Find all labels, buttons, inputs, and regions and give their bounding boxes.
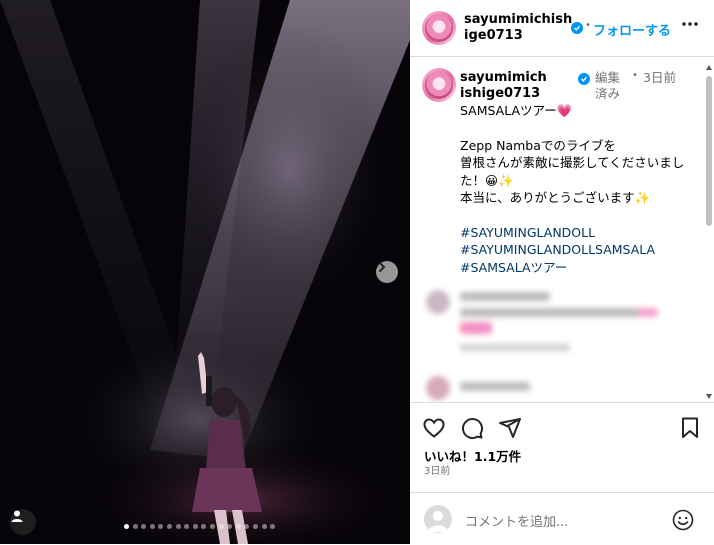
carousel-dot [227, 524, 233, 529]
avatar [424, 505, 452, 533]
carousel-dot [261, 524, 267, 529]
carousel-dot [192, 524, 198, 529]
hashtag-link[interactable]: #SAYUMINGLANDOLLSAMSALA [460, 241, 698, 259]
caption-line: SAMSALAツアー💗 [460, 103, 573, 118]
user-icon [11, 510, 23, 522]
next-photo-button[interactable] [376, 261, 398, 283]
avatar[interactable] [422, 68, 456, 102]
like-heart-icon[interactable] [422, 416, 446, 440]
follow-button[interactable]: フォローする [593, 20, 671, 39]
comment-input[interactable]: コメントを追加... [465, 511, 568, 530]
share-icon[interactable] [498, 416, 522, 440]
post-actions: いいね！1.1万件 [410, 402, 714, 464]
comments-section[interactable]: sayumimichishige0713 編集済み • 3日前 SAMSALAツ… [410, 57, 706, 402]
carousel-dot [141, 524, 147, 529]
caption-line: 曽根さんが素敵に撮影してくださいました！😀✨ [460, 155, 685, 188]
carousel-dot [184, 524, 190, 529]
save-bookmark-icon[interactable] [678, 416, 702, 440]
chevron-right-icon [379, 262, 386, 272]
carousel-dot [201, 524, 207, 529]
caption-line: Zepp Nambaでのライブを [460, 137, 616, 153]
tagged-users-button[interactable] [10, 509, 36, 535]
add-comment-bar: コメントを追加... [410, 492, 714, 545]
default-user-icon [428, 511, 448, 532]
verified-badge-icon [578, 73, 590, 85]
carousel-dot [158, 524, 164, 529]
post-photo[interactable] [0, 0, 410, 544]
caption-line: 本当に、ありがとうございます✨ [460, 190, 651, 205]
carousel-dot [270, 524, 276, 529]
hashtag-link[interactable]: #SAMSALAツアー [460, 259, 698, 277]
post-header: sayumimichishige0713 • フォローする [410, 0, 714, 57]
separator-dot: • [632, 70, 638, 81]
carousel-dot [132, 524, 138, 529]
separator-dot: • [585, 20, 591, 31]
post-date: 3日前 [424, 466, 451, 477]
carousel-dot [244, 524, 250, 529]
verified-badge-icon [571, 22, 583, 34]
edited-label: 編集済み [595, 70, 621, 101]
comment-icon[interactable] [460, 416, 484, 440]
more-options-icon[interactable] [680, 14, 700, 34]
carousel-indicator [124, 524, 276, 529]
emoji-icon[interactable] [672, 509, 694, 531]
carousel-dot [166, 524, 172, 529]
carousel-dot [149, 524, 155, 529]
carousel-dot [209, 524, 215, 529]
avatar[interactable] [422, 11, 456, 45]
post-username[interactable]: sayumimichishige0713 [464, 12, 576, 44]
carousel-dot [252, 524, 258, 529]
carousel-dot [218, 524, 224, 529]
caption-time: 3日前 [643, 70, 676, 85]
carousel-dot [175, 524, 181, 529]
concert-photo [0, 0, 410, 544]
post-side-panel: sayumimichishige0713 • フォローする sayumimich… [410, 0, 714, 544]
carousel-dot [235, 524, 241, 529]
comments-scrollbar[interactable] [704, 62, 714, 402]
hashtag-link[interactable]: #SAYUMINGLANDOLL [460, 224, 698, 242]
caption-username[interactable]: sayumimichishige0713 [460, 70, 548, 102]
carousel-dot [124, 524, 129, 529]
post-caption: SAMSALAツアー💗 Zepp Nambaでのライブを 曽根さんが素敵に撮影し… [460, 102, 698, 276]
blurred-comments [410, 282, 706, 402]
